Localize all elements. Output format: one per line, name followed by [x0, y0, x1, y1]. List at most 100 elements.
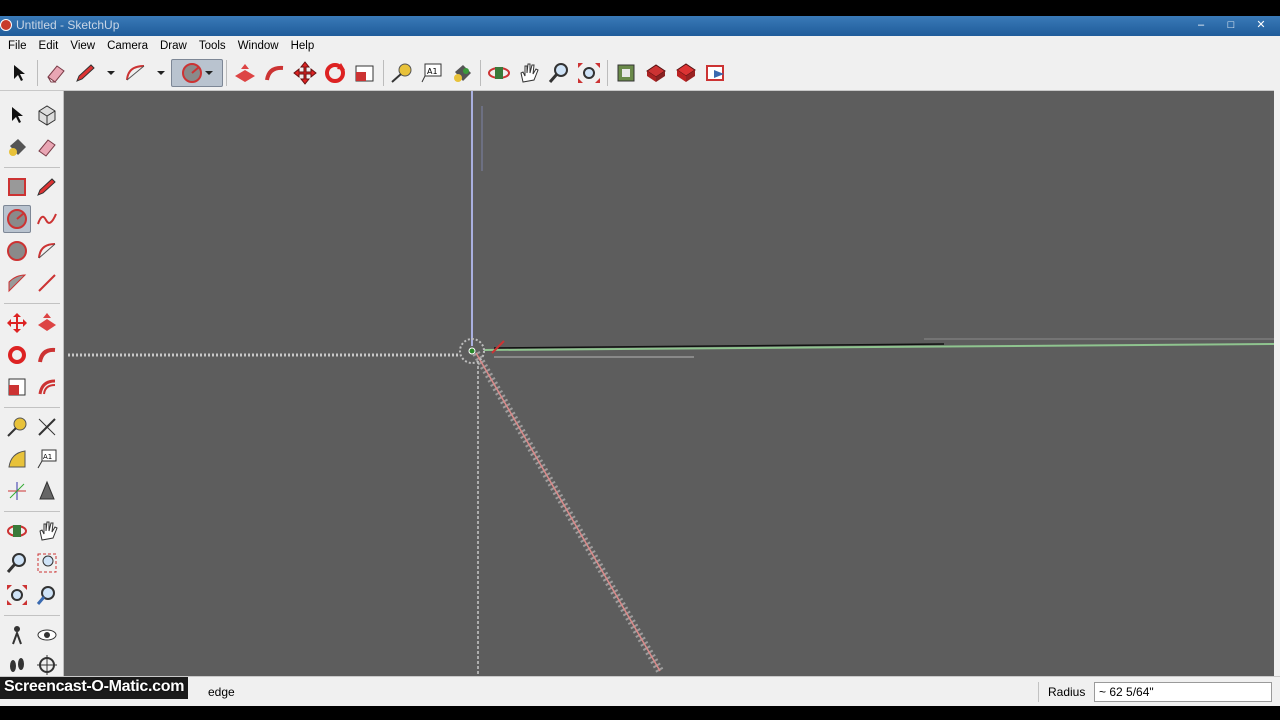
rotate-tool-left[interactable] — [3, 341, 31, 369]
zoom-extents-tool-left[interactable] — [3, 581, 31, 609]
menu-edit[interactable]: Edit — [33, 40, 65, 52]
push-pull-tool-left[interactable] — [33, 309, 61, 337]
walk-tool[interactable] — [3, 651, 31, 679]
paint-bucket-tool-button[interactable] — [447, 59, 477, 87]
viewport-drawing — [68, 91, 1274, 676]
arc-tool-button[interactable] — [121, 59, 151, 87]
text-icon: A1 — [421, 63, 442, 83]
section-display-icon — [37, 655, 57, 675]
section-display-tool[interactable] — [33, 651, 61, 679]
dropdown-arrow-icon — [107, 71, 115, 75]
menu-bar: File Edit View Camera Draw Tools Window … — [0, 36, 1280, 55]
menu-tools[interactable]: Tools — [193, 40, 232, 52]
look-around-tool[interactable] — [33, 621, 61, 649]
arc-tool-left[interactable] — [33, 237, 61, 265]
move-tool-button[interactable] — [290, 59, 320, 87]
menu-view[interactable]: View — [64, 40, 101, 52]
status-bar: edge Radius ~ 62 5/64" — [0, 676, 1280, 706]
move-icon — [7, 313, 27, 333]
svg-text:A1: A1 — [427, 67, 438, 76]
circle-tool-left[interactable] — [3, 205, 31, 233]
position-camera-tool[interactable] — [3, 621, 31, 649]
polygon-tool[interactable] — [3, 237, 31, 265]
protractor-tool[interactable] — [3, 445, 31, 473]
line-tool-left[interactable] — [33, 173, 61, 201]
pie-tool[interactable] — [3, 269, 31, 297]
dimension-tool[interactable] — [33, 413, 61, 441]
get-models-button[interactable] — [671, 59, 701, 87]
position-camera-icon — [12, 626, 22, 645]
main-toolbar: A1 — [0, 55, 1280, 91]
magnifier-icon — [548, 63, 568, 83]
paint-bucket-tool-left[interactable] — [3, 133, 31, 161]
follow-me-tool-left[interactable] — [33, 341, 61, 369]
rotate-tool-button[interactable] — [320, 59, 350, 87]
pan-tool-button[interactable] — [514, 59, 544, 87]
move-icon — [293, 61, 317, 85]
orbit-tool-left[interactable] — [3, 517, 31, 545]
push-pull-icon — [38, 313, 56, 331]
pan-tool-left[interactable] — [33, 517, 61, 545]
text-tool-left[interactable]: A1 — [33, 445, 61, 473]
send-to-layout-button[interactable] — [701, 59, 731, 87]
menu-draw[interactable]: Draw — [154, 40, 193, 52]
menu-file[interactable]: File — [2, 40, 33, 52]
follow-me-icon — [38, 347, 56, 363]
footprints-icon — [10, 658, 24, 672]
model-viewport[interactable] — [64, 91, 1274, 676]
share-model-button[interactable] — [641, 59, 671, 87]
follow-me-tool-button[interactable] — [260, 59, 290, 87]
orbit-tool-button[interactable] — [484, 59, 514, 87]
push-pull-tool-button[interactable] — [230, 59, 260, 87]
sketchup-app-icon — [0, 19, 12, 31]
3d-warehouse-button[interactable] — [611, 59, 641, 87]
magnifier-icon — [6, 553, 26, 573]
eraser-tool-button[interactable] — [41, 59, 71, 87]
minimize-button[interactable]: – — [1188, 17, 1214, 33]
previous-view-tool[interactable] — [33, 581, 61, 609]
zoom-window-tool[interactable] — [33, 549, 61, 577]
menu-window[interactable]: Window — [232, 40, 285, 52]
three-point-arc-tool[interactable] — [33, 269, 61, 297]
menu-help[interactable]: Help — [285, 40, 321, 52]
select-tool-left[interactable] — [3, 101, 31, 129]
hand-icon — [39, 521, 58, 541]
section-plane-tool[interactable] — [33, 477, 61, 505]
freehand-icon — [37, 213, 57, 225]
hand-icon — [520, 63, 539, 83]
window-title: Untitled - SketchUp — [16, 18, 120, 32]
make-component-tool[interactable] — [33, 101, 61, 129]
maximize-button[interactable]: □ — [1218, 17, 1244, 33]
select-tool-button[interactable] — [4, 59, 34, 87]
push-pull-icon — [235, 64, 255, 82]
circle-tool-button[interactable] — [171, 59, 223, 87]
tape-measure-tool-button[interactable] — [387, 59, 417, 87]
measurements-input[interactable]: ~ 62 5/64" — [1094, 682, 1272, 702]
freehand-tool[interactable] — [33, 205, 61, 233]
zoom-tool-button[interactable] — [544, 59, 574, 87]
move-tool-left[interactable] — [3, 309, 31, 337]
text-tool-button[interactable]: A1 — [417, 59, 447, 87]
line-tool-button[interactable] — [71, 59, 101, 87]
arrow-cursor-icon — [14, 65, 25, 81]
scale-tool-button[interactable] — [350, 59, 380, 87]
zoom-tool-left[interactable] — [3, 549, 31, 577]
line-tool-dropdown[interactable] — [101, 59, 121, 87]
zoom-extents-tool-button[interactable] — [574, 59, 604, 87]
measurements-label: Radius — [1048, 685, 1086, 699]
eraser-tool-left[interactable] — [33, 133, 61, 161]
rectangle-tool[interactable] — [3, 173, 31, 201]
share-model-icon — [646, 64, 666, 82]
scale-tool-left[interactable] — [3, 373, 31, 401]
close-button[interactable]: ✕ — [1248, 17, 1274, 33]
axes-icon — [8, 482, 26, 500]
dropdown-arrow-icon — [157, 71, 165, 75]
offset-tool[interactable] — [33, 373, 61, 401]
axes-tool[interactable] — [3, 477, 31, 505]
menu-camera[interactable]: Camera — [101, 40, 154, 52]
arc-tool-dropdown[interactable] — [151, 59, 171, 87]
tape-measure-tool-left[interactable] — [3, 413, 31, 441]
layout-icon — [706, 65, 724, 81]
eye-icon — [37, 629, 57, 641]
arc-icon — [38, 243, 56, 259]
